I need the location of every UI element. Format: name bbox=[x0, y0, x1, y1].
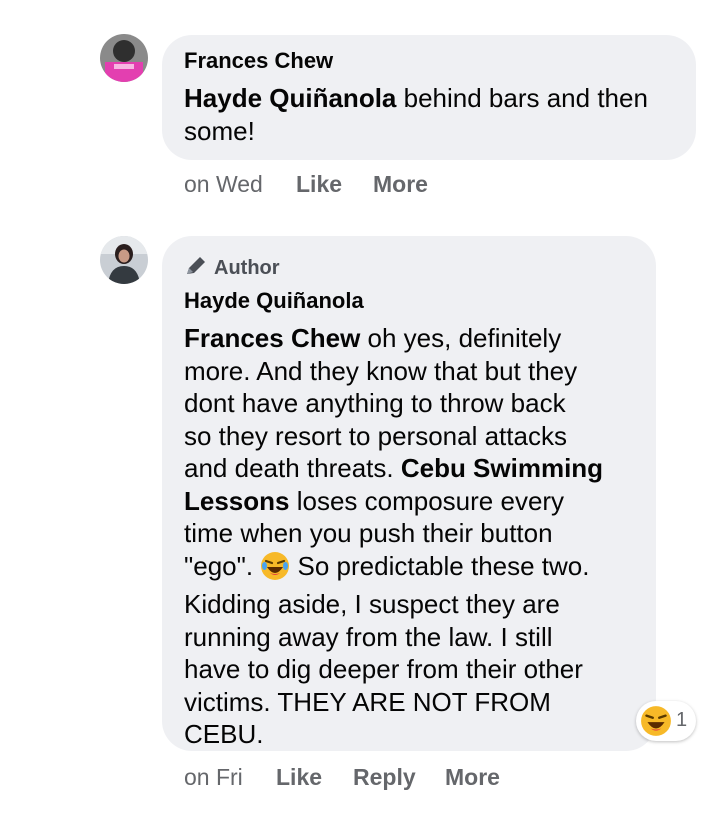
like-button[interactable]: Like bbox=[296, 171, 342, 198]
reply-button[interactable]: Reply bbox=[353, 764, 416, 791]
pencil-icon bbox=[187, 257, 205, 274]
more-button[interactable]: More bbox=[373, 171, 428, 198]
comment-text-segment: Kidding aside, I suspect they are bbox=[184, 589, 560, 619]
comment-text-segment: "ego". bbox=[184, 550, 261, 581]
comment-text: Frances Chew oh yes, definitely more. An… bbox=[184, 322, 603, 751]
comment-text-segment: so they resort to personal attacks bbox=[184, 420, 567, 451]
comment-meta: on Fri Like Reply More bbox=[184, 764, 544, 794]
mention-link[interactable]: Hayde Quiñanola bbox=[184, 83, 396, 113]
comment-timestamp[interactable]: on Fri bbox=[184, 764, 243, 791]
more-button[interactable]: More bbox=[445, 764, 500, 791]
mention-link[interactable]: Frances Chew bbox=[184, 323, 360, 353]
comment-text-segment: So predictable these two. bbox=[290, 550, 590, 581]
author-badge: Author bbox=[184, 255, 280, 280]
comment-text-segment: more. And they know that but they bbox=[184, 355, 578, 386]
mention-link[interactable]: Lessons bbox=[184, 486, 290, 516]
comment-text: Hayde Quiñanola behind bars and then som… bbox=[184, 82, 648, 147]
laughing-emoji-icon bbox=[260, 551, 290, 589]
like-button[interactable]: Like bbox=[276, 764, 322, 791]
comment-text-segment: dont have anything to throw back bbox=[184, 388, 566, 418]
reaction-summary[interactable]: 1 bbox=[636, 701, 696, 741]
comment-text-segment: behind bars and then bbox=[396, 83, 648, 113]
avatar-frances-chew[interactable] bbox=[100, 34, 148, 82]
comment-text-segment: oh yes, definitely bbox=[360, 323, 562, 353]
haha-reaction-icon bbox=[640, 705, 672, 742]
mention-link[interactable]: Cebu Swimming bbox=[401, 453, 603, 483]
comment-author-name[interactable]: Frances Chew bbox=[184, 48, 333, 74]
comment-author-name[interactable]: Hayde Quiñanola bbox=[184, 288, 364, 314]
comment-text-segment: running away from the law. I still bbox=[184, 621, 553, 652]
comment-text-segment: CEBU. bbox=[184, 719, 264, 749]
author-badge-label: Author bbox=[214, 257, 280, 279]
comment-text-segment: time when you push their button bbox=[184, 518, 553, 548]
comment-text-segment: loses composure every bbox=[289, 485, 565, 516]
comment-text-segment: have to dig deeper from their other bbox=[184, 654, 583, 684]
comment-text-segment: victims. THEY ARE NOT FROM bbox=[184, 686, 551, 717]
comment-text-segment: some! bbox=[184, 115, 255, 146]
comment-timestamp[interactable]: on Wed bbox=[184, 171, 263, 198]
comment-meta: on Wed Like More bbox=[184, 171, 484, 201]
avatar-hayde-quinanola[interactable] bbox=[100, 236, 148, 284]
comment-text-segment: and death threats. bbox=[184, 453, 401, 483]
reaction-count: 1 bbox=[676, 709, 688, 731]
